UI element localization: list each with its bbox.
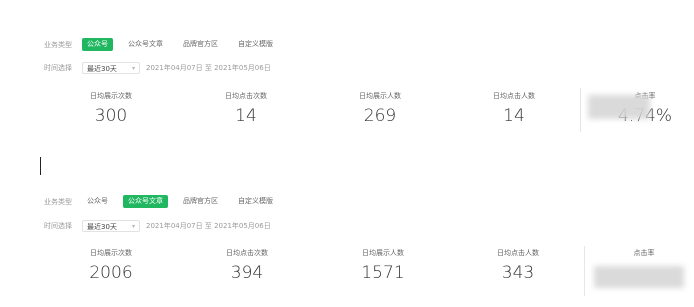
date-range-text: 2021年04月07日 至 2021年05月06日 [146, 222, 271, 230]
date-range-text: 2021年04月07日 至 2021年05月06日 [146, 64, 271, 72]
stat-value: 300 [94, 106, 128, 126]
business-type-label: 业务类型 [44, 197, 72, 206]
chevron-down-icon: ▾ [131, 223, 135, 230]
stat-label: 日均展示次数 [89, 249, 132, 257]
stat-daily-impressions: 日均展示次数 2006 [89, 248, 132, 283]
stat-daily-clicks: 日均点击次数 394 [226, 248, 268, 283]
time-select-label: 时间选择 [44, 222, 72, 230]
blur-mask [588, 95, 650, 119]
business-type-label: 业务类型 [44, 40, 72, 49]
stat-value: 1571 [361, 263, 405, 283]
time-filter: 时间选择 最近30天 ▾ 2021年04月07日 至 2021年05月06日 [44, 62, 271, 74]
stat-daily-impression-users: 日均展示人数 269 [359, 91, 401, 126]
stat-label: 日均点击次数 [225, 92, 267, 100]
segment-brand-official-zone[interactable]: 品牌官方区 [178, 195, 223, 208]
stat-label: 日均展示人数 [359, 92, 401, 100]
time-range-select-value: 最近30天 [87, 223, 117, 231]
stat-daily-click-users: 日均点击人数 14 [493, 91, 535, 126]
time-range-select-value: 最近30天 [87, 65, 117, 73]
stat-daily-click-users: 日均点击人数 343 [497, 248, 539, 283]
stat-divider [580, 88, 581, 132]
stat-label: 日均点击人数 [497, 249, 539, 257]
stat-label: 日均点击次数 [226, 249, 268, 257]
stat-value: 14 [235, 106, 257, 126]
blur-mask [594, 266, 684, 288]
text-cursor [40, 157, 41, 175]
stat-value: 343 [501, 263, 535, 283]
business-type-filter: 业务类型 公众号 公众号文章 品牌官方区 自定义模版 [44, 195, 288, 208]
time-select-label: 时间选择 [44, 64, 72, 72]
stat-label: 日均展示人数 [361, 249, 404, 257]
stat-divider [584, 246, 585, 296]
stat-value: 269 [363, 106, 397, 126]
segment-official-account[interactable]: 公众号 [82, 38, 113, 51]
stat-label: 点击率 [633, 249, 655, 257]
stat-daily-clicks: 日均点击次数 14 [225, 91, 267, 126]
stat-label: 日均点击人数 [493, 92, 535, 100]
segment-official-account-article[interactable]: 公众号文章 [123, 38, 168, 51]
stat-daily-impressions: 日均展示次数 300 [90, 91, 132, 126]
stat-value: 14 [503, 106, 525, 126]
stat-click-rate: 点击率 [634, 248, 655, 263]
business-type-filter: 业务类型 公众号 公众号文章 品牌官方区 自定义模版 [44, 38, 288, 51]
segment-custom-template[interactable]: 自定义模版 [233, 195, 278, 208]
time-range-select[interactable]: 最近30天 ▾ [82, 62, 140, 74]
segment-brand-official-zone[interactable]: 品牌官方区 [178, 38, 223, 51]
chevron-down-icon: ▾ [131, 65, 135, 72]
segment-custom-template[interactable]: 自定义模版 [233, 38, 278, 51]
segment-official-account-article[interactable]: 公众号文章 [123, 195, 168, 208]
stat-daily-impression-users: 日均展示人数 1571 [361, 248, 404, 283]
time-range-select[interactable]: 最近30天 ▾ [82, 220, 140, 232]
segment-official-account[interactable]: 公众号 [82, 195, 113, 208]
stat-value: 394 [230, 263, 264, 283]
stat-value: 2006 [89, 263, 133, 283]
time-filter: 时间选择 最近30天 ▾ 2021年04月07日 至 2021年05月06日 [44, 220, 271, 232]
stat-label: 日均展示次数 [90, 92, 132, 100]
